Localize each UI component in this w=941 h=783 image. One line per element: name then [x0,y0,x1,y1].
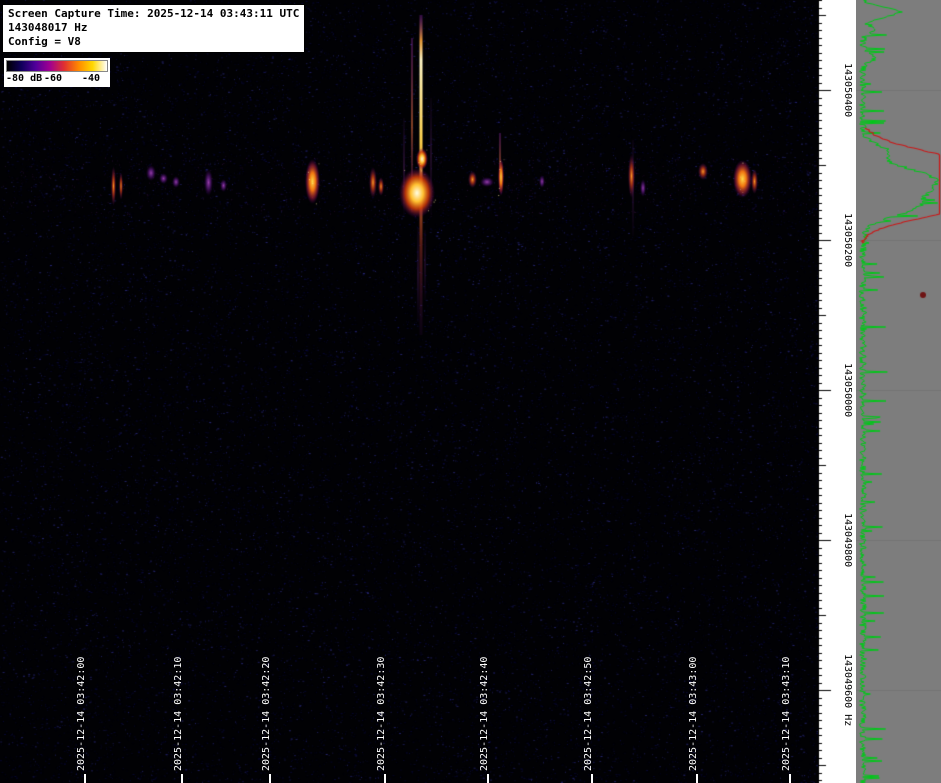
frequency-axis-label: 143050400 [842,63,853,118]
info-box: Screen Capture Time: 2025-12-14 03:43:11… [2,4,306,53]
receiver-frequency-text: 143048017 Hz [8,21,88,34]
screen-capture: 2025-12-14 03:42:00 2025-12-14 03:42:10 20… [0,0,941,783]
frequency-ruler: 143050400 143050200 143050000 143049800 1430… [818,0,856,783]
config-text: Config = V8 [8,35,81,48]
colorbar: -80 dB -60 -40 [4,58,110,87]
frequency-axis-label: 143050000 [842,363,853,418]
spectrum-panel [856,0,941,783]
colorbar-label-mid: -60 [44,73,63,84]
colorbar-labels: -80 dB -60 -40 [6,72,108,85]
capture-time-text: Screen Capture Time: 2025-12-14 03:43:11… [8,7,300,20]
spectrogram-canvas [0,0,818,783]
colorbar-label-max: -40 [82,73,101,84]
frequency-axis-label: 143050200 [842,213,853,268]
spectrum-canvas [856,0,941,783]
frequency-axis-label: 143049800 [842,513,853,568]
colorbar-gradient [6,60,108,72]
frequency-axis-label: 143049600 Hz [842,654,853,727]
colorbar-label-min: -80 dB [6,73,43,84]
